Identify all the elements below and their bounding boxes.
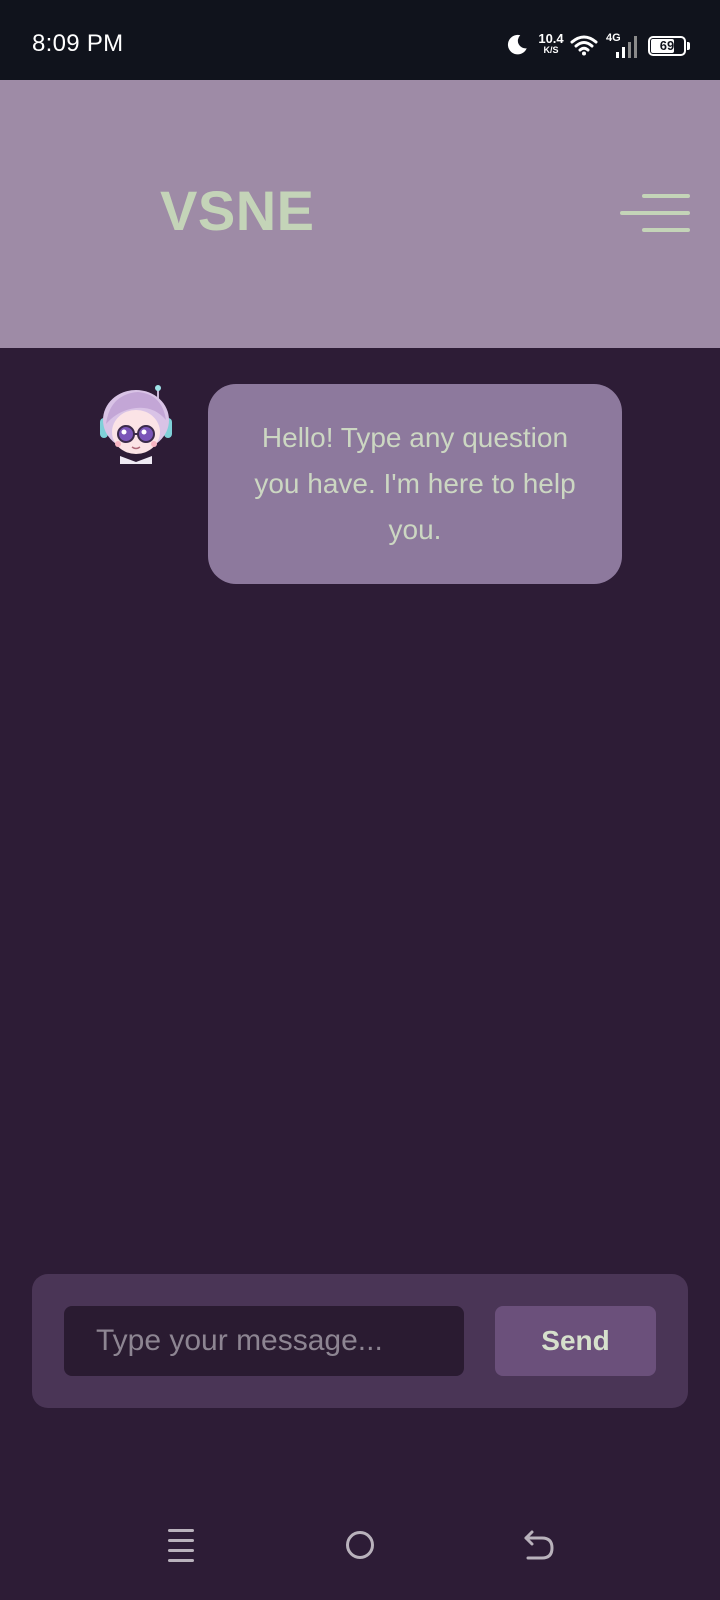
menu-bar-top	[642, 194, 690, 198]
app-title: VSNE	[160, 179, 315, 242]
app-header: VSNE	[0, 80, 720, 348]
moon-icon	[507, 34, 527, 55]
bot-message-bubble: Hello! Type any question you have. I'm h…	[208, 384, 622, 584]
home-icon[interactable]	[330, 1520, 390, 1600]
net-speed: 10.4 K/S	[536, 32, 566, 55]
bot-message-text: Hello! Type any question you have. I'm h…	[254, 422, 576, 545]
hamburger-menu-icon[interactable]	[618, 190, 694, 236]
battery-icon: 69	[648, 36, 686, 56]
status-bar: 8:09 PM 10.4 K/S 4G 69	[0, 0, 720, 80]
message-input[interactable]	[64, 1306, 464, 1376]
chat-area[interactable]: Hello! Type any question you have. I'm h…	[0, 348, 720, 1248]
battery-tip	[687, 42, 690, 50]
app-screen: 8:09 PM 10.4 K/S 4G 69 VSNE Hello! Type …	[0, 0, 720, 1600]
back-icon[interactable]	[510, 1520, 570, 1600]
system-nav-bar	[0, 1520, 720, 1600]
status-time: 8:09 PM	[32, 30, 124, 57]
send-button[interactable]: Send	[495, 1306, 656, 1376]
wifi-icon	[570, 35, 598, 56]
net-speed-value: 10.4	[538, 31, 564, 46]
signal-icon: 4G	[606, 32, 644, 60]
status-icons: 10.4 K/S 4G 69	[470, 30, 690, 62]
battery-level: 69	[659, 38, 675, 53]
menu-bar-bottom	[642, 228, 690, 232]
message-composer: Send	[32, 1274, 688, 1408]
recent-apps-icon[interactable]	[150, 1520, 210, 1600]
signal-bars-icon	[616, 36, 637, 58]
net-speed-unit: K/S	[543, 45, 559, 55]
back-arrow-icon	[524, 1530, 554, 1560]
bot-avatar	[100, 385, 172, 464]
menu-bar-middle	[620, 211, 690, 215]
